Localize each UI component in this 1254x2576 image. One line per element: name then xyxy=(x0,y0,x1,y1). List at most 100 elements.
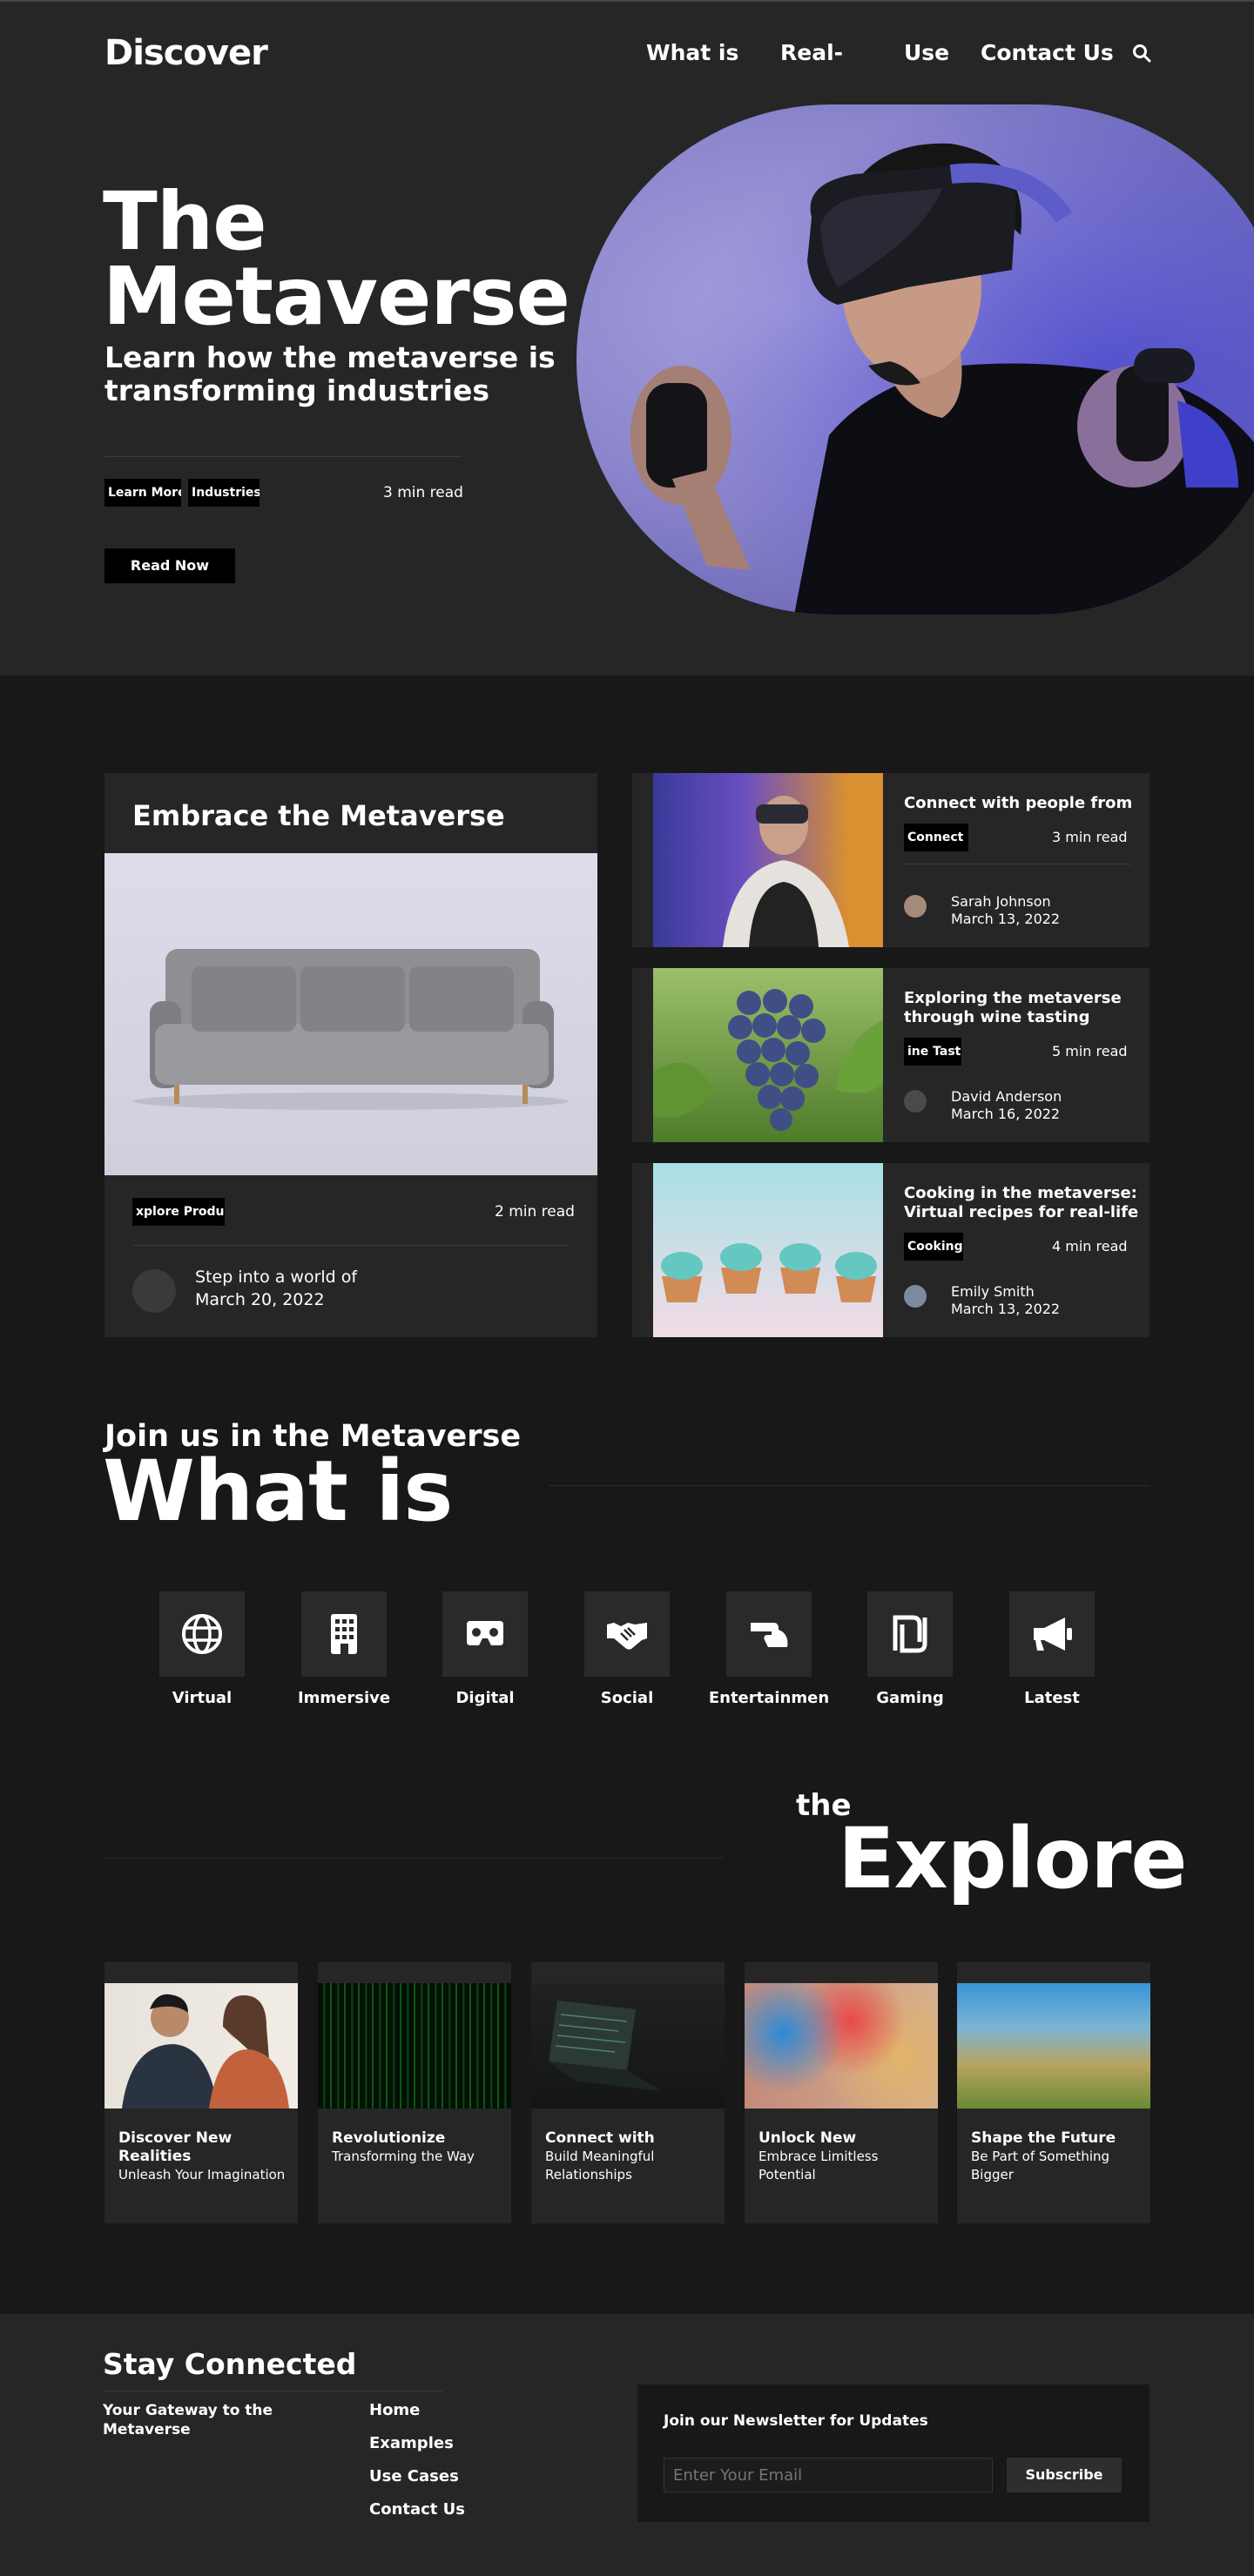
explore-card-image-laptop xyxy=(531,1983,725,2109)
explore-card-subtitle: Be Part of Something Bigger xyxy=(971,2149,1110,2183)
explore-card-image-landscape xyxy=(957,1983,1150,2109)
vr-headset-icon xyxy=(467,1621,503,1645)
digital-label: Digital xyxy=(455,1689,515,1707)
author-avatar xyxy=(904,895,927,918)
side-card-read-time: 3 min read xyxy=(1052,829,1128,845)
social-item[interactable] xyxy=(584,1591,670,1677)
newsletter-panel: Join our Newsletter for Updates Subscrib… xyxy=(637,2384,1150,2522)
side-card-title: Cooking in the metaverse: Virtual recipe… xyxy=(904,1184,1139,1221)
explore-card-unlock[interactable]: Unlock New Embrace Limitless Potential xyxy=(745,1962,938,2223)
footer-link-use-cases[interactable]: Use Cases xyxy=(369,2467,459,2485)
explore-title: Explore xyxy=(838,1810,1188,1907)
footer-link-contact-us[interactable]: Contact Us xyxy=(369,2500,465,2519)
explore-card-title: Shape the Future xyxy=(971,2129,1116,2147)
featured-main-divider xyxy=(132,1245,570,1246)
footer: Stay Connected Your Gateway to the Metav… xyxy=(0,2314,1254,2576)
sofa-image xyxy=(104,853,597,1175)
side-card-title: Connect with people from xyxy=(904,794,1133,812)
featured-main-read-time: 2 min read xyxy=(495,1203,575,1221)
tag-industries[interactable]: Industries xyxy=(188,479,260,507)
side-card-author: Sarah Johnson March 13, 2022 xyxy=(951,893,1061,927)
nav-link-use[interactable]: Use xyxy=(904,40,949,65)
featured-main-excerpt: Step into a world of March 20, 2022 xyxy=(195,1268,358,1309)
side-card-cooking[interactable]: Cooking in the metaverse: Virtual recipe… xyxy=(632,1163,1150,1337)
email-input[interactable] xyxy=(664,2458,993,2492)
gaming-label: Gaming xyxy=(876,1689,944,1707)
explore-card-title: Connect with xyxy=(545,2129,655,2147)
footer-tagline: Your Gateway to the Metaverse xyxy=(103,2402,273,2438)
tag-explore-product[interactable]: xplore Product xyxy=(132,1198,225,1226)
explore-card-image-couple xyxy=(104,1983,298,2109)
explore-card-revolutionize[interactable]: Revolutionize Transforming the Way xyxy=(318,1962,511,2223)
explore-card-title: Unlock New xyxy=(758,2129,857,2147)
footer-title: Stay Connected xyxy=(103,2347,357,2381)
author-avatar xyxy=(904,1285,927,1308)
building-icon xyxy=(331,1614,357,1654)
explore-card-subtitle: Build Meaningful Relationships xyxy=(545,2149,655,2183)
nav-link-what-is[interactable]: What is xyxy=(646,40,738,65)
hero-title: The Metaverse xyxy=(103,175,570,343)
search-icon[interactable] xyxy=(1132,44,1151,63)
hero-section: Discover What is Real- Use Contact Us Th… xyxy=(0,0,1254,676)
side-card-image-vr-boy xyxy=(653,773,883,947)
site-logo[interactable]: Discover xyxy=(104,33,268,73)
whatis-title: What is xyxy=(103,1443,453,1540)
virtual-item[interactable] xyxy=(159,1591,245,1677)
featured-main-title: Embrace the Metaverse xyxy=(132,799,505,832)
digital-item[interactable] xyxy=(442,1591,528,1677)
latest-label: Latest xyxy=(1024,1689,1080,1707)
megaphone-icon xyxy=(1034,1618,1072,1651)
virtual-label: Virtual xyxy=(172,1689,233,1707)
explore-card-connect[interactable]: Connect with Build Meaningful Relationsh… xyxy=(531,1962,725,2223)
explore-card-subtitle: Unleash Your Imagination xyxy=(118,2167,286,2183)
entertainment-label: Entertainmen xyxy=(708,1689,830,1707)
explore-card-discover[interactable]: Discover New Realities Unleash Your Imag… xyxy=(104,1962,298,2223)
nav-link-real[interactable]: Real- xyxy=(780,40,843,65)
explore-divider xyxy=(104,1858,723,1859)
subscribe-button[interactable]: Subscribe xyxy=(1007,2458,1122,2492)
side-card-title: Exploring the metaverse through wine tas… xyxy=(904,989,1122,1026)
shekel-icon xyxy=(893,1615,927,1653)
footer-link-home[interactable]: Home xyxy=(369,2401,420,2419)
hero-read-time: 3 min read xyxy=(383,484,463,501)
explore-card-title: Revolutionize xyxy=(332,2129,446,2147)
author-avatar xyxy=(132,1269,176,1313)
explore-card-title: Discover New Realities xyxy=(118,2129,233,2165)
newsletter-title: Join our Newsletter for Updates xyxy=(664,2412,928,2430)
latest-item[interactable] xyxy=(1009,1591,1095,1677)
explore-card-subtitle: Embrace Limitless Potential xyxy=(758,2149,879,2183)
immersive-item[interactable] xyxy=(301,1591,387,1677)
side-card-wine[interactable]: Exploring the metaverse through wine tas… xyxy=(632,968,1150,1142)
handshake-icon xyxy=(607,1623,647,1650)
immersive-label: Immersive xyxy=(297,1689,391,1707)
explore-card-image-matrix xyxy=(318,1983,511,2109)
side-card-read-time: 4 min read xyxy=(1052,1238,1128,1254)
tag-connect[interactable]: Connect xyxy=(904,824,968,851)
featured-main-card[interactable]: Embrace the Metaverse xplore Product 2 m… xyxy=(104,773,597,1337)
read-now-button[interactable]: Read Now xyxy=(104,548,235,583)
whatis-divider xyxy=(549,1485,1150,1486)
social-label: Social xyxy=(600,1689,654,1707)
tag-learn-more[interactable]: Learn More xyxy=(104,479,181,507)
author-avatar xyxy=(904,1090,927,1113)
hand-icon xyxy=(751,1623,788,1647)
hero-subtitle: Learn how the metaverse is transforming … xyxy=(104,340,556,407)
side-card-image-cupcakes xyxy=(653,1163,883,1337)
tag-wine-tasting[interactable]: ine Tastir xyxy=(904,1038,961,1066)
side-card-image-grapes xyxy=(653,968,883,1142)
entertainment-item[interactable] xyxy=(726,1591,812,1677)
side-card-connect[interactable]: Connect with people from Connect 3 min r… xyxy=(632,773,1150,947)
gaming-item[interactable] xyxy=(867,1591,953,1677)
tag-cooking[interactable]: Cooking xyxy=(904,1233,963,1261)
footer-link-examples[interactable]: Examples xyxy=(369,2434,454,2452)
side-card-author: Emily Smith March 13, 2022 xyxy=(951,1283,1061,1317)
nav-link-contact-us[interactable]: Contact Us xyxy=(981,40,1114,65)
globe-icon xyxy=(182,1614,222,1654)
explore-card-shape-future[interactable]: Shape the Future Be Part of Something Bi… xyxy=(957,1962,1150,2223)
hero-image-vr-user xyxy=(576,104,1254,615)
explore-card-subtitle: Transforming the Way xyxy=(332,2149,475,2164)
side-card-read-time: 5 min read xyxy=(1052,1043,1128,1059)
explore-card-image-blur xyxy=(745,1983,938,2109)
side-card-author: David Anderson March 16, 2022 xyxy=(951,1088,1062,1122)
hero-divider xyxy=(104,456,462,457)
